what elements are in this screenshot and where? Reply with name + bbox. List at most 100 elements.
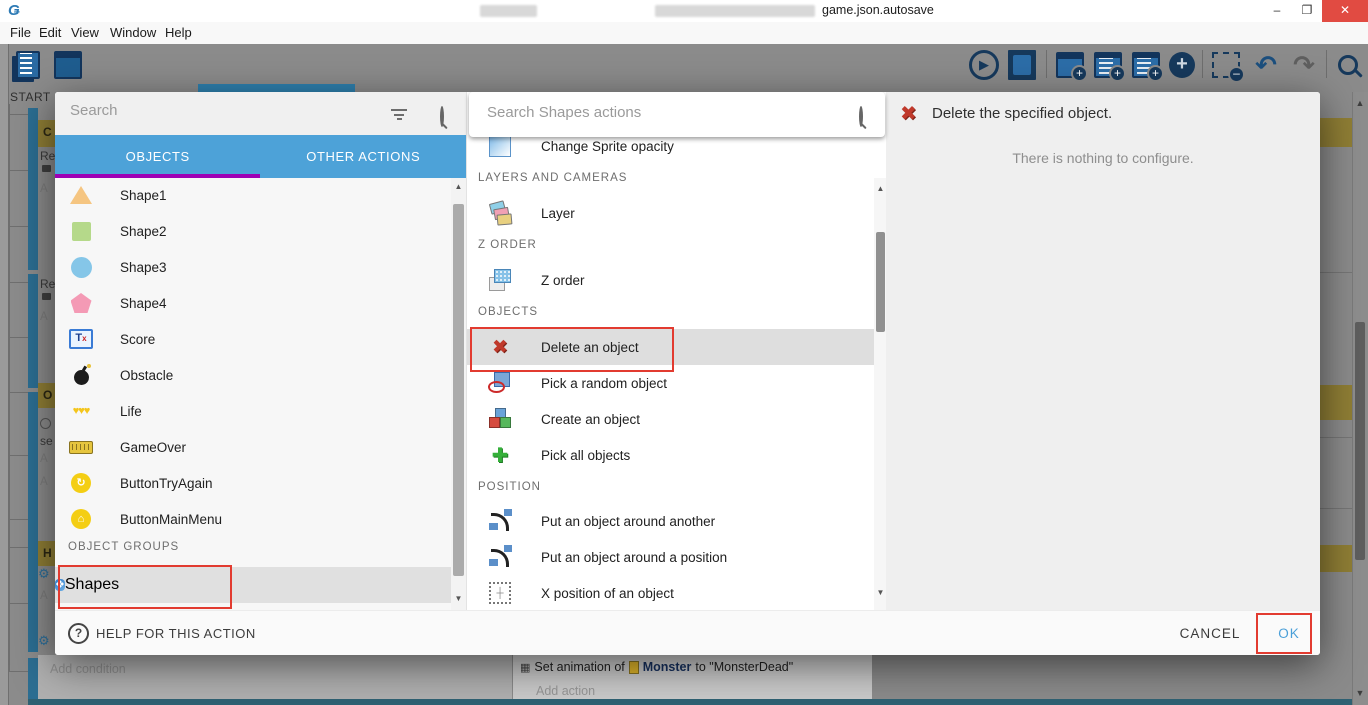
filter-icon[interactable] [391,109,407,120]
menu-view[interactable]: View [71,25,99,40]
object-search-input[interactable] [68,101,372,120]
cancel-button[interactable]: CANCEL [1165,620,1255,648]
minimize-button[interactable]: – [1262,0,1292,22]
create-object-icon [487,406,513,432]
remove-event-icon[interactable] [1210,50,1242,80]
menu-file[interactable]: File [10,25,31,40]
object-row[interactable]: Shape1 [55,177,451,213]
actions-panel: Change Sprite opacity LAYERS AND CAMERAS… [466,92,886,610]
search-icon[interactable] [859,106,863,127]
behavior-icon [42,293,51,300]
event-separator [1320,508,1352,509]
pentagon-icon [68,290,94,316]
timer-icon [40,418,51,429]
bomb-icon [68,362,94,388]
debug-icon[interactable] [1006,50,1038,80]
object-groups-header: OBJECT GROUPS [68,541,179,553]
action-row[interactable]: Z order [467,262,874,298]
object-label: Shape2 [120,224,167,239]
scroll-up-icon[interactable]: ▲ [451,182,466,191]
object-row[interactable]: Shape3 [55,249,451,285]
action-object-name: Monster [643,660,692,674]
action-label: X position of an object [541,586,674,601]
action-text: to "MonsterDead" [695,660,793,674]
around-object-icon [487,508,513,534]
action-label: Change Sprite opacity [541,139,674,154]
object-group-row-shapes[interactable]: ❖ Shapes [55,567,451,603]
monster-sprite-icon [629,661,639,674]
menu-edit[interactable]: Edit [39,25,61,40]
action-row-delete-an-object[interactable]: ✖ Delete an object [467,329,874,365]
tab-objects[interactable]: OBJECTS [55,135,261,178]
redacted-title-block [480,5,537,17]
menu-window[interactable]: Window [110,25,156,40]
x-position-icon: ┼ [487,580,513,606]
project-manager-icon[interactable] [12,50,44,80]
help-button[interactable]: HELP FOR THIS ACTION [96,626,256,641]
toolbar-separator [1202,50,1203,78]
menu-help[interactable]: Help [165,25,192,40]
object-row[interactable]: GameOver [55,429,451,465]
search-icon[interactable] [1332,50,1364,80]
preview-play-icon[interactable]: ▶ [968,50,1000,80]
events-left-gutter [0,44,9,705]
object-label: Obstacle [120,368,173,383]
action-row[interactable]: Create an object [467,401,874,437]
event-text-fragment: A [40,453,48,465]
action-label: Put an object around another [541,514,715,529]
help-icon: ? [68,623,89,644]
add-new-icon[interactable]: + [1166,50,1198,80]
event-tree-stub [9,282,28,283]
object-row[interactable]: Shape2 [55,213,451,249]
add-comment-icon[interactable] [1130,50,1162,80]
actions-scrollbar-thumb[interactable] [876,232,885,332]
condition-column-bar [28,658,38,699]
object-row[interactable]: ↻ ButtonTryAgain [55,465,451,501]
search-icon[interactable] [440,106,444,127]
scroll-up-icon: ▲ [1352,98,1368,108]
objects-panel: OBJECTS OTHER ACTIONS Shape1 Shape2 Shap… [55,92,466,610]
event-tree-line [9,104,10,672]
condition-column-bar [28,392,38,652]
object-row[interactable]: Obstacle [55,357,451,393]
triangle-icon [68,182,94,208]
ok-button[interactable]: OK [1267,620,1311,648]
toolbar-separator [1326,50,1327,78]
objects-scrollbar-thumb[interactable] [453,204,464,576]
section-header: OBJECTS [478,297,538,327]
scroll-down-icon[interactable]: ▼ [451,594,466,603]
close-button[interactable]: ✕ [1322,0,1368,22]
tab-other-actions[interactable]: OTHER ACTIONS [261,135,467,178]
window-title: game.json.autosave [822,3,934,17]
event-tree-stub [9,337,28,338]
start-page-icon[interactable] [52,50,84,80]
add-event-icon[interactable] [1054,50,1086,80]
red-cross-icon: ✖ [900,101,917,126]
add-subevent-icon[interactable] [1092,50,1124,80]
object-row[interactable]: ♥♥♥ Life [55,393,451,429]
object-row[interactable]: ⌂ ButtonMainMenu [55,501,451,537]
action-row[interactable]: ┼ X position of an object [467,575,874,611]
action-label: Pick all objects [541,448,630,463]
event-tree-stub [9,519,28,520]
undo-icon[interactable]: ↶ [1250,50,1282,80]
object-row[interactable]: Tx Score [55,321,451,357]
empty-config-message: There is nothing to configure. [886,150,1320,166]
action-row[interactable]: Put an object around another [467,503,874,539]
object-search-bar [55,92,466,135]
action-row[interactable]: Pick a random object [467,365,874,401]
event-selection-border [28,699,1352,705]
actions-search-input[interactable] [485,103,819,122]
event-tree-stub [9,226,28,227]
event-tree-stub [9,547,28,548]
maximize-button[interactable]: ❐ [1292,0,1322,22]
add-action-link: Add action [536,684,595,698]
action-row[interactable]: ✚ Pick all objects [467,437,874,473]
action-row[interactable]: Layer [467,195,874,231]
object-row[interactable]: Shape4 [55,285,451,321]
instruction-editor-dialog: OBJECTS OTHER ACTIONS Shape1 Shape2 Shap… [55,92,1320,655]
redo-icon[interactable]: ↷ [1288,50,1320,80]
active-tab-indicator [198,84,355,92]
action-label: Create an object [541,412,640,427]
action-row[interactable]: Put an object around a position [467,539,874,575]
